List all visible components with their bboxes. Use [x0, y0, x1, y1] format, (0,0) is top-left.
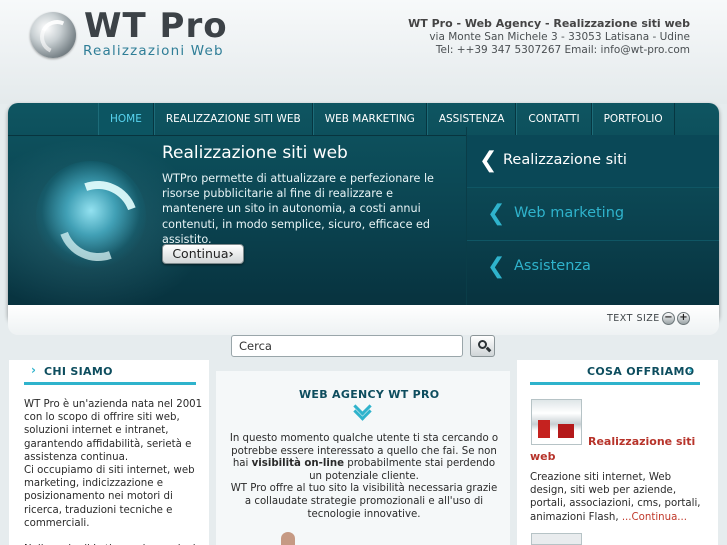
logo-subtitle: Realizzazioni Web: [83, 43, 224, 59]
hero-banner: HOME REALIZZAZIONE SITI WEB WEB MARKETIN…: [8, 103, 719, 323]
side-menu-realizzazione-siti[interactable]: ❮ Realizzazione siti: [467, 135, 719, 188]
chi-siamo-title[interactable]: CHI SIAMO: [44, 365, 113, 378]
continua-button[interactable]: Continua›: [162, 244, 244, 264]
search-input[interactable]: [231, 335, 463, 357]
chevron-right-icon: ›: [31, 363, 36, 377]
search-icon-handle: [485, 346, 492, 353]
text-size-increase-button[interactable]: +: [677, 312, 690, 325]
side-menu-label: Assistenza: [514, 258, 591, 274]
banner-title: Realizzazione siti web: [162, 143, 348, 163]
nav-realizzazione-siti-web[interactable]: REALIZZAZIONE SITI WEB: [153, 103, 313, 135]
side-menu-web-marketing[interactable]: ❮ Web marketing: [467, 188, 719, 241]
offer-continua-link[interactable]: ...Continua...: [622, 512, 687, 523]
offer-title-text: Realizzazione siti web: [530, 435, 696, 463]
logo-title[interactable]: WT Pro: [84, 6, 228, 46]
continua-button-label: Continua: [172, 246, 229, 261]
cosa-offriamo-title[interactable]: COSA OFFRIAMO: [587, 365, 694, 378]
second-thumbnail-image[interactable]: [531, 533, 582, 545]
banner-side-menu: ❮ Realizzazione siti ❮ Web marketing ❮ A…: [466, 127, 719, 323]
nav-home[interactable]: HOME: [98, 103, 154, 135]
header: WT Pro Realizzazioni Web WT Pro - Web Ag…: [0, 0, 727, 104]
web-agency-text: In questo momento qualche utente ti sta …: [228, 433, 500, 521]
search-button[interactable]: [470, 335, 495, 357]
avatar: [281, 532, 295, 545]
banner-text: WTPro permette di attualizzare e perfezi…: [162, 172, 434, 246]
chevron-left-icon: ❮: [487, 254, 506, 279]
web-agency-title: WEB AGENCY WT PRO: [299, 388, 440, 401]
company-address: via Monte San Michele 3 - 33053 Latisana…: [429, 30, 690, 43]
side-menu-label: Web marketing: [514, 205, 625, 221]
offer-text: Creazione siti internet, Web design, sit…: [530, 471, 708, 524]
text-size-decrease-button[interactable]: −: [662, 312, 675, 325]
company-info: WT Pro - Web Agency - Realizzazione siti…: [408, 17, 690, 58]
logo-icon[interactable]: [30, 12, 76, 58]
chi-siamo-underline: [24, 382, 196, 385]
company-contact: Tel: ++39 347 5307267 Email: info@wt-pro…: [435, 44, 690, 56]
side-menu-label: Realizzazione siti: [503, 152, 627, 168]
chi-siamo-text: WT Pro è un'azienda nata nel 2001 con lo…: [24, 399, 203, 545]
chevron-left-icon: ❮: [479, 148, 498, 173]
offer-title[interactable]: Realizzazione siti web: [530, 434, 710, 464]
text-size-label: TEXT SIZE: [607, 313, 660, 324]
chevron-left-icon: ❮: [487, 201, 506, 226]
company-name: WT Pro - Web Agency - Realizzazione siti…: [408, 17, 690, 30]
web-agency-text-bold: visibilità on-line: [251, 458, 344, 470]
side-menu-assistenza[interactable]: ❮ Assistenza: [467, 241, 719, 294]
double-chevron-down-icon: [351, 404, 375, 418]
chevron-right-icon: ›: [688, 363, 693, 377]
nav-web-marketing[interactable]: WEB MARKETING: [312, 103, 427, 135]
cosa-offriamo-underline: [530, 382, 700, 385]
chevron-right-icon: ›: [228, 246, 234, 261]
swirl-logo-graphic: [36, 161, 146, 271]
